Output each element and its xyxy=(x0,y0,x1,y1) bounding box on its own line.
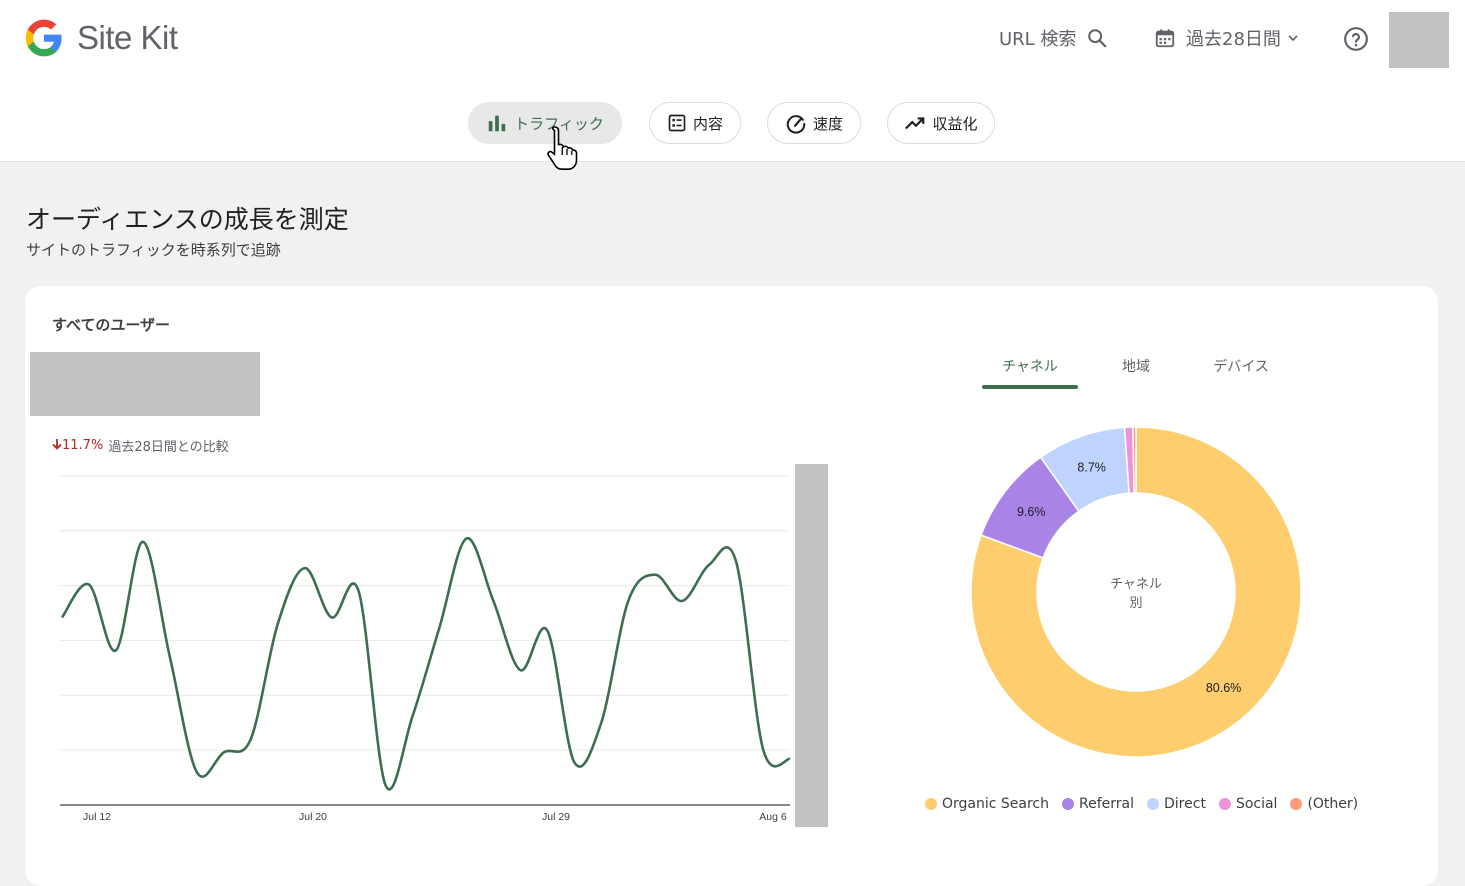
change-description: 過去28日間との比較 xyxy=(108,436,228,455)
legend-swatch xyxy=(1062,798,1074,810)
tab-content-label: 内容 xyxy=(693,113,723,134)
legend-label: Social xyxy=(1236,796,1278,812)
pie-slice-label: 8.7% xyxy=(1077,461,1106,475)
legend-item-direct[interactable]: Direct xyxy=(1147,796,1206,812)
help-button[interactable] xyxy=(1343,26,1369,56)
legend-label: Direct xyxy=(1164,796,1206,812)
redacted-bar xyxy=(795,464,828,827)
channel-donut-chart: 80.6% 9.6% 8.7% チャネル別 xyxy=(955,411,1317,773)
legend-item-referral[interactable]: Referral xyxy=(1062,796,1134,812)
change-down-badge: 11.7% xyxy=(52,438,103,453)
legend-label: Organic Search xyxy=(942,796,1049,812)
legend-swatch xyxy=(1219,798,1231,810)
help-circle-icon xyxy=(1343,26,1369,52)
list-icon xyxy=(667,113,687,133)
pie-slice-other[interactable] xyxy=(1133,427,1136,493)
app-name: Site Kit xyxy=(77,19,178,57)
tab-device[interactable]: デバイス xyxy=(1196,356,1286,376)
pointer-cursor-icon xyxy=(546,124,584,172)
tab-speed[interactable]: 速度 xyxy=(767,102,861,144)
speedometer-icon xyxy=(785,112,807,134)
search-icon xyxy=(1086,27,1108,49)
x-tick-label: Jul 29 xyxy=(542,811,570,823)
pie-slice-label: 80.6% xyxy=(1206,681,1241,695)
date-range-label: 過去28日間 xyxy=(1186,25,1281,51)
tab-speed-label: 速度 xyxy=(813,113,843,134)
legend-item-organic-search[interactable]: Organic Search xyxy=(925,796,1049,812)
tab-traffic[interactable]: トラフィック xyxy=(468,102,622,144)
users-line-chart: Jul 12 Jul 20 Jul 29 Aug 6 xyxy=(25,456,815,826)
donut-center-label: 別 xyxy=(1129,596,1142,611)
legend-swatch xyxy=(1290,798,1302,810)
tab-content[interactable]: 内容 xyxy=(649,102,741,144)
avatar[interactable] xyxy=(1389,12,1449,68)
change-value: 11.7% xyxy=(62,438,103,453)
tab-monetization-label: 収益化 xyxy=(932,113,977,134)
dimension-tabs: チャネル 地域 デバイス xyxy=(982,356,1282,390)
change-indicator: 11.7% 過去28日間との比較 xyxy=(52,436,229,455)
chart-legend: Organic Search Referral Direct Social (Other… xyxy=(925,796,1371,812)
arrow-down-icon xyxy=(52,438,62,450)
url-search-label: URL 検索 xyxy=(999,25,1076,51)
legend-label: (Other) xyxy=(1307,796,1358,812)
calendar-icon xyxy=(1154,27,1176,49)
page-subtitle: サイトのトラフィックを時系列で追跡 xyxy=(26,239,281,260)
chevron-down-icon xyxy=(1285,30,1301,46)
legend-swatch xyxy=(925,798,937,810)
trending-up-icon xyxy=(904,112,926,134)
x-tick-label: Aug 6 xyxy=(759,811,787,823)
pie-slice-label: 9.6% xyxy=(1017,505,1046,519)
series-line-users xyxy=(62,538,790,789)
card-title: すべてのユーザー xyxy=(52,314,170,335)
x-tick-label: Jul 12 xyxy=(83,811,111,823)
all-users-card: すべてのユーザー 11.7% 過去28日間との比較 Jul 12Jul 20Ju… xyxy=(25,286,1438,886)
active-tab-indicator xyxy=(982,385,1078,389)
site-kit-logo[interactable]: Site Kit xyxy=(24,18,178,58)
tab-channel[interactable]: チャネル xyxy=(982,356,1078,376)
redacted-metric xyxy=(30,352,260,416)
legend-label: Referral xyxy=(1079,796,1134,812)
legend-item-social[interactable]: Social xyxy=(1219,796,1278,812)
tab-monetization[interactable]: 収益化 xyxy=(887,102,995,144)
x-tick-label: Jul 20 xyxy=(299,811,327,823)
legend-swatch xyxy=(1147,798,1159,810)
tab-region[interactable]: 地域 xyxy=(1096,356,1176,376)
donut-center-label: チャネル xyxy=(1110,577,1162,592)
header: Site Kit URL 検索 過去28日間 xyxy=(0,0,1465,162)
page-title: オーディエンスの成長を測定 xyxy=(26,200,349,236)
legend-item-other[interactable]: (Other) xyxy=(1290,796,1358,812)
google-g-icon xyxy=(24,18,64,58)
url-search-button[interactable]: URL 検索 xyxy=(999,25,1108,51)
nav-tabs: トラフィック 内容 速度 収益化 xyxy=(0,102,1465,144)
bar-chart-icon xyxy=(486,112,508,134)
date-range-selector[interactable]: 過去28日間 xyxy=(1154,25,1301,51)
